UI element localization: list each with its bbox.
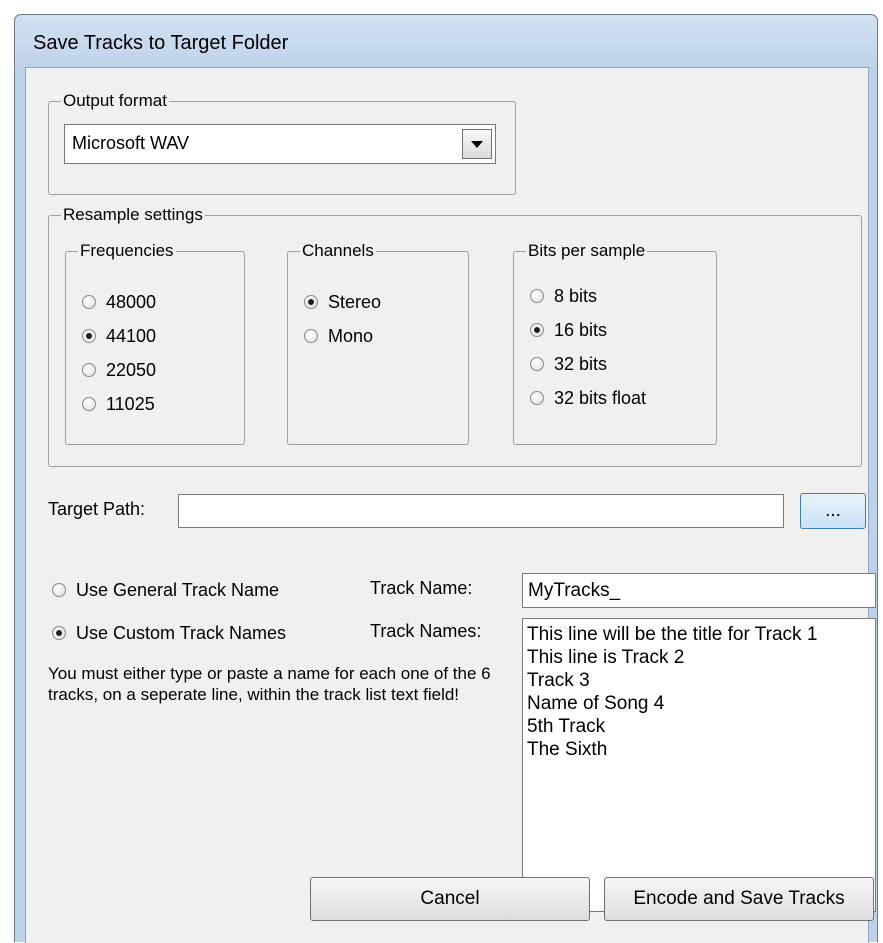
radio-button-checked-icon[interactable]: [530, 323, 544, 337]
radio-label: 22050: [106, 359, 157, 380]
track-names-hint: You must either type or paste a name for…: [48, 664, 491, 704]
bits-per-sample-group: Bits per sample 8 bits 16 bits 32 bits 3…: [513, 240, 717, 445]
frequencies-legend: Frequencies: [78, 240, 176, 262]
track-names-textarea[interactable]: This line will be the title for Track 1 …: [522, 618, 876, 912]
radio-button-icon[interactable]: [52, 583, 66, 597]
target-path-input[interactable]: [178, 494, 784, 528]
radio-bits-32-float[interactable]: 32 bits float: [530, 386, 646, 410]
radio-bits-8[interactable]: 8 bits: [530, 284, 597, 308]
radio-button-icon[interactable]: [82, 295, 96, 309]
track-name-line: This line is Track 2: [527, 647, 685, 668]
track-name-line: 5th Track: [527, 716, 606, 737]
radio-button-icon[interactable]: [530, 357, 544, 371]
radio-freq-22050[interactable]: 22050: [82, 358, 156, 382]
radio-bits-32[interactable]: 32 bits: [530, 352, 607, 376]
radio-button-icon[interactable]: [530, 289, 544, 303]
track-name-line: Name of Song 4: [527, 693, 665, 714]
radio-use-general-track-name[interactable]: Use General Track Name: [52, 578, 279, 602]
track-name-line: The Sixth: [527, 739, 608, 760]
radio-label: 48000: [106, 291, 157, 312]
radio-label: Use General Track Name: [76, 579, 280, 600]
channels-group: Channels Stereo Mono: [287, 240, 469, 445]
track-names-label: Track Names:: [370, 621, 482, 641]
radio-button-checked-icon[interactable]: [82, 329, 96, 343]
frequencies-group: Frequencies 48000 44100 22050 11025: [65, 240, 245, 445]
resample-settings-group: Resample settings Frequencies 48000 4410…: [48, 204, 862, 467]
radio-button-icon[interactable]: [530, 391, 544, 405]
output-format-value: Microsoft WAV: [72, 133, 190, 153]
channels-legend: Channels: [300, 240, 376, 262]
title-bar[interactable]: Save Tracks to Target Folder: [15, 15, 877, 67]
radio-button-icon[interactable]: [82, 363, 96, 377]
encode-and-save-button[interactable]: Encode and Save Tracks: [604, 877, 874, 921]
radio-button-icon[interactable]: [82, 397, 96, 411]
radio-label: Mono: [328, 325, 374, 346]
radio-channel-mono[interactable]: Mono: [304, 324, 373, 348]
radio-button-checked-icon[interactable]: [304, 295, 318, 309]
radio-button-icon[interactable]: [304, 329, 318, 343]
radio-label: 32 bits: [554, 353, 608, 374]
radio-label: 44100: [106, 325, 157, 346]
resample-settings-legend: Resample settings: [61, 204, 205, 226]
bits-per-sample-legend: Bits per sample: [526, 240, 648, 262]
target-path-label: Target Path:: [48, 499, 146, 519]
chevron-down-icon[interactable]: [462, 129, 492, 159]
radio-freq-11025[interactable]: 11025: [82, 392, 155, 416]
track-name-line: Track 3: [527, 670, 590, 691]
window-title: Save Tracks to Target Folder: [33, 32, 289, 54]
output-format-legend: Output format: [61, 90, 169, 112]
radio-label: 11025: [106, 393, 155, 414]
radio-label: Stereo: [328, 291, 382, 312]
radio-freq-44100[interactable]: 44100: [82, 324, 156, 348]
radio-label: Use Custom Track Names: [76, 622, 287, 643]
track-name-label: Track Name:: [370, 578, 473, 598]
track-name-input[interactable]: [522, 573, 876, 608]
cancel-button[interactable]: Cancel: [310, 877, 590, 921]
dialog-client-area: Output format Microsoft WAV Resample set…: [25, 67, 876, 943]
radio-use-custom-track-names[interactable]: Use Custom Track Names: [52, 621, 286, 645]
track-name-line: This line will be the title for Track 1: [527, 624, 818, 645]
radio-channel-stereo[interactable]: Stereo: [304, 290, 381, 314]
radio-label: 32 bits float: [554, 387, 647, 408]
radio-label: 8 bits: [554, 285, 598, 306]
radio-freq-48000[interactable]: 48000: [82, 290, 156, 314]
browse-button[interactable]: ...: [800, 493, 866, 529]
radio-label: 16 bits: [554, 319, 608, 340]
radio-bits-16[interactable]: 16 bits: [530, 318, 607, 342]
output-format-select[interactable]: Microsoft WAV: [64, 124, 496, 164]
dialog-window: Save Tracks to Target Folder Output form…: [14, 14, 878, 943]
radio-button-checked-icon[interactable]: [52, 626, 66, 640]
